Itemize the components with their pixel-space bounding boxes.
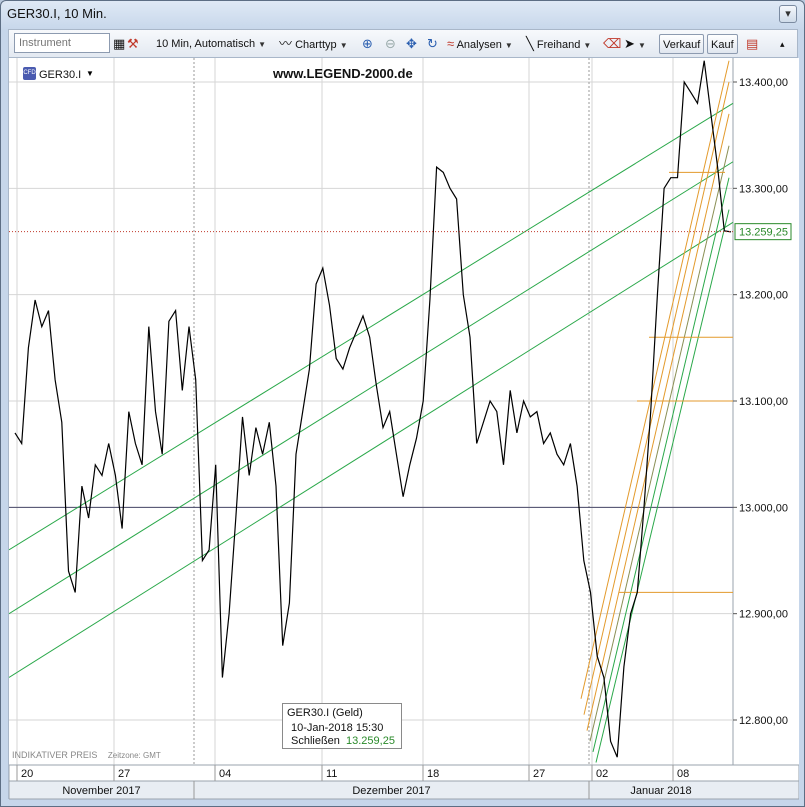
x-tick-label: 04: [219, 768, 231, 780]
price-chart[interactable]: 13.400,00 13.300,00 13.200,00 13.100,00 13.0…: [9, 58, 799, 800]
window-menu-button[interactable]: ▾: [779, 5, 797, 23]
fan-line: [586, 113, 730, 731]
fan-line: [595, 209, 730, 763]
fan-line: [589, 145, 730, 742]
x-tick-label: 20: [21, 768, 33, 780]
cfd-icon: CFD: [23, 67, 36, 80]
refresh-icon[interactable]: ↻: [427, 34, 438, 54]
indicator-icon[interactable]: ⚒: [127, 34, 139, 54]
fan-line: [592, 177, 730, 753]
indicative-price-label: INDIKATIVER PREIS: [12, 750, 98, 760]
chevron-down-icon: ▼: [637, 41, 646, 50]
x-tick-label: 27: [118, 768, 130, 780]
x-tick-label: 27: [533, 768, 545, 780]
trend-channel-line: [9, 102, 734, 551]
chevron-down-icon: ▼: [583, 41, 592, 50]
toolbar: ▦ ⚒ 10 Min, Automatisch ▼ 〰 Charttyp ▼ ⊕…: [8, 29, 798, 57]
freihand-dropdown[interactable]: ╲ Freihand ▼: [526, 34, 591, 54]
y-tick-label: 13.000,00: [739, 502, 788, 514]
price-line: [14, 60, 732, 758]
charttype-dropdown[interactable]: 〰 Charttyp ▼: [279, 34, 348, 54]
y-tick-label: 13.400,00: [739, 77, 788, 89]
chart-settings-icon[interactable]: ▤: [746, 34, 758, 54]
fan-line: [580, 60, 730, 699]
chevron-down-icon: ▼: [504, 41, 513, 50]
chart-window: GER30.I, 10 Min. ▾ ▦ ⚒ 10 Min, Automatis…: [0, 0, 805, 807]
y-tick-label: 13.300,00: [739, 183, 788, 195]
info-close-value: 13.259,25: [346, 735, 395, 747]
x-tick-label: 18: [427, 768, 439, 780]
zoom-out-icon[interactable]: ⊖: [385, 34, 396, 54]
x-group-label: November 2017: [62, 785, 140, 797]
price-info-box: GER30.I (Geld) 10-Jan-2018 15:30 Schließ…: [282, 703, 402, 749]
window-title: GER30.I, 10 Min.: [7, 6, 107, 21]
x-tick-label: 08: [677, 768, 689, 780]
chevron-down-icon: ▼: [339, 41, 348, 50]
kauf-button[interactable]: Kauf: [707, 34, 738, 54]
title-bar[interactable]: GER30.I, 10 Min. ▾: [1, 1, 804, 29]
cursor-dropdown[interactable]: ➤ ▼: [624, 34, 646, 54]
symbol-label[interactable]: GER30.I: [39, 69, 81, 81]
timeframe-dropdown[interactable]: 10 Min, Automatisch ▼: [156, 34, 266, 54]
y-tick-label: 13.100,00: [739, 396, 788, 408]
info-title: GER30.I (Geld): [287, 707, 363, 719]
verkauf-button[interactable]: Verkauf: [659, 34, 705, 54]
x-group-label: Dezember 2017: [352, 785, 430, 797]
info-datetime: 10-Jan-2018 15:30: [291, 722, 384, 734]
timezone-label: Zeitzone: GMT: [107, 751, 161, 760]
x-tick-label: 02: [596, 768, 608, 780]
toolbar-overflow-icon[interactable]: ▴: [780, 34, 785, 54]
draw-line-icon: ╲: [526, 36, 534, 51]
price-axis-panel: [733, 58, 799, 765]
watermark: www.LEGEND-2000.de: [273, 66, 413, 81]
chevron-down-icon[interactable]: ▼: [86, 69, 94, 78]
info-close-label: Schließen: [291, 735, 340, 747]
pan-icon[interactable]: ✥: [406, 34, 417, 54]
chevron-down-icon: ▼: [258, 40, 267, 49]
charttype-label: Charttyp: [295, 39, 337, 51]
freihand-label: Freihand: [536, 39, 581, 51]
analysen-label: Analysen: [456, 39, 502, 51]
chart-area[interactable]: 13.400,00 13.300,00 13.200,00 13.100,00 13.0…: [8, 57, 799, 800]
instrument-input[interactable]: [14, 33, 110, 53]
footer-info: INDIKATIVER PREIS Zeitzone: GMT: [12, 750, 161, 760]
scaling-label: Automatisch: [194, 38, 256, 50]
fan-line: [583, 81, 730, 715]
line-chart-icon: 〰: [279, 36, 293, 51]
trend-channel-line: [9, 161, 734, 615]
zoom-in-icon[interactable]: ⊕: [362, 34, 373, 54]
y-tick-label: 13.200,00: [739, 290, 788, 302]
x-group-label: Januar 2018: [630, 785, 691, 797]
y-tick-label: 12.800,00: [739, 715, 788, 727]
y-tick-label: 12.900,00: [739, 609, 788, 621]
cursor-icon: ➤: [624, 36, 635, 51]
eraser-icon[interactable]: ⌫: [603, 34, 621, 54]
analysis-icon: ≈: [447, 36, 455, 51]
x-tick-label: 11: [326, 768, 337, 780]
timeframe-label: 10 Min,: [156, 38, 193, 50]
trend-channel-line: [9, 221, 734, 678]
current-price-label: 13.259,25: [739, 227, 788, 239]
instrument-list-icon[interactable]: ▦: [113, 34, 125, 54]
analysen-dropdown[interactable]: ≈ Analysen ▼: [447, 34, 513, 54]
